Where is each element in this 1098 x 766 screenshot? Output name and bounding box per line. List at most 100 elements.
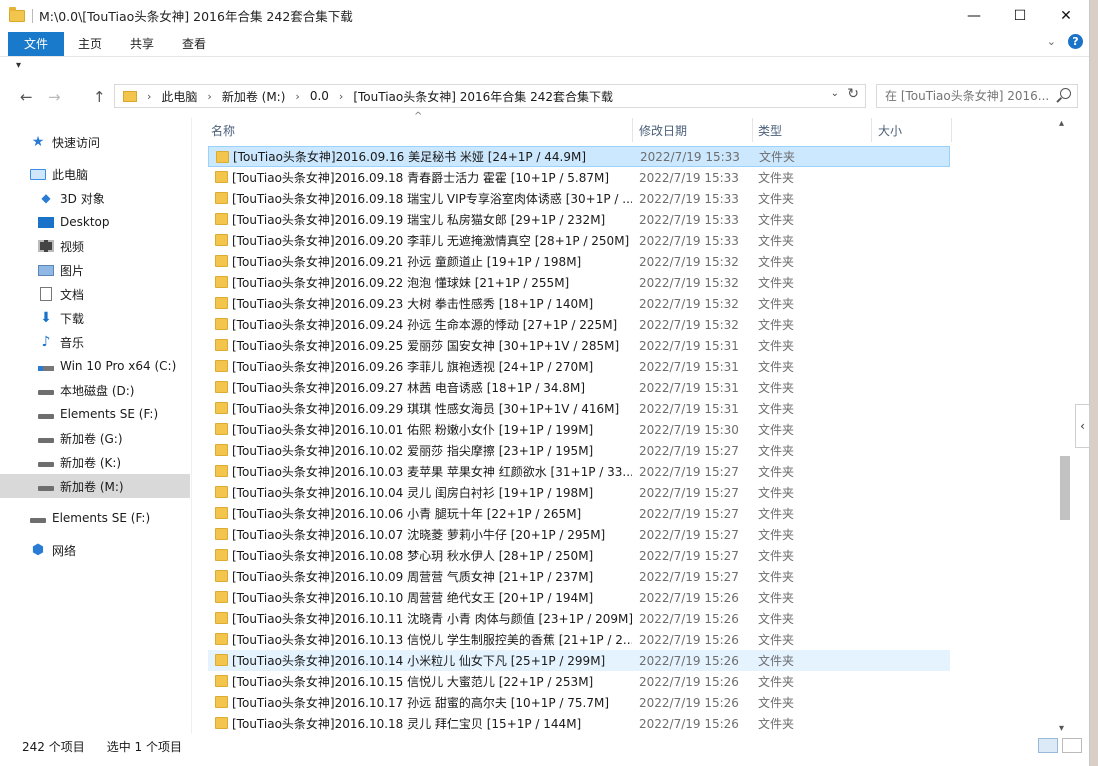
tab-view[interactable]: 查看: [168, 32, 220, 56]
table-row[interactable]: [TouTiao头条女神]2016.10.07 沈晓菱 萝莉小牛仔 [20+1P…: [208, 524, 950, 545]
sidebar-item[interactable]: Elements SE (F:): [0, 506, 190, 530]
table-row[interactable]: [TouTiao头条女神]2016.10.11 沈晓青 小青 肉体与颜值 [23…: [208, 608, 950, 629]
collapse-pane-icon[interactable]: ‹: [1075, 404, 1090, 448]
file-type: 文件夹: [758, 549, 795, 563]
column-divider[interactable]: [951, 118, 952, 142]
sidebar-item[interactable]: 本地磁盘 (D:): [0, 378, 190, 402]
quick-access-toolbar-icon[interactable]: ▾: [16, 60, 21, 71]
table-row[interactable]: [TouTiao头条女神]2016.10.18 灵儿 拜仁宝贝 [15+1P /…: [208, 713, 950, 734]
search-input[interactable]: [885, 89, 1055, 103]
title-bar[interactable]: M:\0.0\[TouTiao头条女神] 2016年合集 242套合集下载 — …: [0, 0, 1089, 31]
close-button[interactable]: ✕: [1043, 0, 1089, 31]
address-dropdown-icon[interactable]: ⌄: [831, 88, 839, 99]
table-row[interactable]: [TouTiao头条女神]2016.10.14 小米粒儿 仙女下凡 [25+1P…: [208, 650, 950, 671]
file-date: 2022/7/19 15:33: [640, 149, 740, 164]
table-row[interactable]: [TouTiao头条女神]2016.09.25 爱丽莎 国安女神 [30+1P+…: [208, 335, 950, 356]
table-row[interactable]: [TouTiao头条女神]2016.09.24 孙远 生命本源的悸动 [27+1…: [208, 314, 950, 335]
sidebar-item[interactable]: 新加卷 (K:): [0, 450, 190, 474]
table-row[interactable]: [TouTiao头条女神]2016.10.08 梦心玥 秋水伊人 [28+1P …: [208, 545, 950, 566]
details-view-icon[interactable]: [1038, 738, 1058, 753]
table-row[interactable]: [TouTiao头条女神]2016.09.21 孙远 童颜道止 [19+1P /…: [208, 251, 950, 272]
sidebar-item[interactable]: ♪ 音乐: [0, 330, 190, 354]
table-row[interactable]: [TouTiao头条女神]2016.09.20 李菲儿 无遮掩激情真空 [28+…: [208, 230, 950, 251]
sidebar-item[interactable]: ⬇ 下载: [0, 306, 190, 330]
scroll-up-icon[interactable]: ▴: [1059, 118, 1064, 129]
file-name: [TouTiao头条女神]2016.10.10 周营营 绝代女王 [20+1P …: [232, 591, 594, 605]
table-row[interactable]: [TouTiao头条女神]2016.10.15 信悦儿 大蜜范儿 [22+1P …: [208, 671, 950, 692]
sidebar-item[interactable]: 此电脑: [0, 162, 190, 186]
sidebar-item[interactable]: ⬢ 网络: [0, 538, 190, 562]
file-date: 2022/7/19 15:32: [639, 275, 739, 290]
table-row[interactable]: [TouTiao头条女神]2016.09.23 大树 拳击性感秀 [18+1P …: [208, 293, 950, 314]
large-icons-view-icon[interactable]: [1062, 738, 1082, 753]
scroll-down-icon[interactable]: ▾: [1059, 723, 1064, 734]
folder-icon: [215, 486, 228, 498]
sidebar-item[interactable]: Elements SE (F:): [0, 402, 190, 426]
table-row[interactable]: [TouTiao头条女神]2016.10.17 孙远 甜蜜的高尔夫 [10+1P…: [208, 692, 950, 713]
sidebar-item[interactable]: 文档: [0, 282, 190, 306]
table-row[interactable]: [TouTiao头条女神]2016.09.29 琪琪 性感女海员 [30+1P+…: [208, 398, 950, 419]
breadcrumb-current-folder[interactable]: [TouTiao头条女神] 2016年合集 242套合集下载: [353, 88, 613, 105]
up-icon[interactable]: ↑: [93, 88, 106, 106]
table-row[interactable]: [TouTiao头条女神]2016.10.01 佑熙 粉嫩小女仆 [19+1P …: [208, 419, 950, 440]
tab-home[interactable]: 主页: [64, 32, 116, 56]
search-box[interactable]: [876, 84, 1078, 108]
sidebar-item[interactable]: ★ 快速访问: [0, 130, 190, 154]
help-icon[interactable]: ?: [1068, 34, 1083, 49]
tab-share[interactable]: 共享: [116, 32, 168, 56]
navigation-bar: ← → ↑ › 此电脑 › 新加卷 (M:) › 0.0 › [TouTiao头…: [0, 82, 1089, 112]
sidebar-item[interactable]: Win 10 Pro x64 (C:): [0, 354, 190, 378]
table-row[interactable]: [TouTiao头条女神]2016.09.26 李菲儿 旗袍透视 [24+1P …: [208, 356, 950, 377]
breadcrumb-chevron-icon[interactable]: ›: [339, 90, 343, 103]
table-row[interactable]: [TouTiao头条女神]2016.10.06 小青 腿玩十年 [22+1P /…: [208, 503, 950, 524]
sidebar-item[interactable]: 新加卷 (G:): [0, 426, 190, 450]
table-row[interactable]: [TouTiao头条女神]2016.09.18 瑞宝儿 VIP专享浴室肉体诱惑 …: [208, 188, 950, 209]
sidebar-item-label: 新加卷 (K:): [60, 455, 122, 470]
table-row[interactable]: [TouTiao头条女神]2016.09.19 瑞宝儿 私房猫女郎 [29+1P…: [208, 209, 950, 230]
refresh-icon[interactable]: ↻: [847, 86, 859, 102]
file-date: 2022/7/19 15:33: [639, 212, 739, 227]
tab-file[interactable]: 文件: [8, 31, 65, 56]
breadcrumb-chevron-icon[interactable]: ›: [147, 90, 151, 103]
scrollbar-thumb[interactable]: [1060, 456, 1070, 520]
file-date: 2022/7/19 15:26: [639, 611, 739, 626]
breadcrumb-this-pc[interactable]: 此电脑: [161, 88, 197, 105]
sidebar-item[interactable]: 新加卷 (M:): [0, 474, 190, 498]
sidebar-item[interactable]: 图片: [0, 258, 190, 282]
file-date: 2022/7/19 15:31: [639, 401, 739, 416]
sidebar-item-label: 图片: [60, 263, 85, 278]
folder-icon: [215, 318, 228, 330]
sidebar-item-label: 新加卷 (G:): [60, 431, 123, 446]
breadcrumb-chevron-icon[interactable]: ›: [207, 90, 211, 103]
breadcrumb-folder-00[interactable]: 0.0: [310, 89, 329, 103]
back-icon[interactable]: ←: [20, 88, 33, 106]
sidebar-item[interactable]: ◆ 3D 对象: [0, 186, 190, 210]
breadcrumb-drive-m[interactable]: 新加卷 (M:): [222, 88, 286, 105]
sidebar-item[interactable]: 视频: [0, 234, 190, 258]
sidebar-item-label: 快速访问: [52, 135, 101, 150]
table-row[interactable]: [TouTiao头条女神]2016.10.03 麦苹果 苹果女神 红颜欲水 [3…: [208, 461, 950, 482]
table-row[interactable]: [TouTiao头条女神]2016.09.27 林茜 电音诱惑 [18+1P /…: [208, 377, 950, 398]
table-row[interactable]: [TouTiao头条女神]2016.09.18 青春爵士活力 霍霍 [10+1P…: [208, 167, 950, 188]
table-row[interactable]: [TouTiao头条女神]2016.09.16 美足秘书 米娅 [24+1P /…: [208, 146, 950, 167]
file-type: 文件夹: [758, 171, 795, 185]
table-row[interactable]: [TouTiao头条女神]2016.10.10 周营营 绝代女王 [20+1P …: [208, 587, 950, 608]
table-row[interactable]: [TouTiao头条女神]2016.09.22 泡泡 懂球妹 [21+1P / …: [208, 272, 950, 293]
file-date: 2022/7/19 15:26: [639, 674, 739, 689]
maximize-button[interactable]: ☐: [997, 0, 1043, 31]
chevron-down-icon[interactable]: ⌄: [1047, 35, 1056, 48]
address-bar[interactable]: › 此电脑 › 新加卷 (M:) › 0.0 › [TouTiao头条女神] 2…: [114, 84, 866, 108]
table-row[interactable]: [TouTiao头条女神]2016.10.02 爱丽莎 指尖摩擦 [23+1P …: [208, 440, 950, 461]
sidebar-item[interactable]: Desktop: [0, 210, 190, 234]
table-row[interactable]: [TouTiao头条女神]2016.10.09 周营营 气质女神 [21+1P …: [208, 566, 950, 587]
search-icon[interactable]: [1060, 88, 1071, 99]
file-type: 文件夹: [758, 444, 795, 458]
forward-icon[interactable]: →: [48, 88, 61, 106]
vertical-scrollbar[interactable]: ▴ ▾: [1057, 118, 1073, 734]
table-row[interactable]: [TouTiao头条女神]2016.10.13 信悦儿 学生制服控美的香蕉 [2…: [208, 629, 950, 650]
file-name: [TouTiao头条女神]2016.09.27 林茜 电音诱惑 [18+1P /…: [232, 381, 586, 395]
minimize-button[interactable]: —: [951, 0, 997, 31]
file-date: 2022/7/19 15:32: [639, 317, 739, 332]
breadcrumb-chevron-icon[interactable]: ›: [295, 90, 299, 103]
table-row[interactable]: [TouTiao头条女神]2016.10.04 灵儿 闺房白衬衫 [19+1P …: [208, 482, 950, 503]
